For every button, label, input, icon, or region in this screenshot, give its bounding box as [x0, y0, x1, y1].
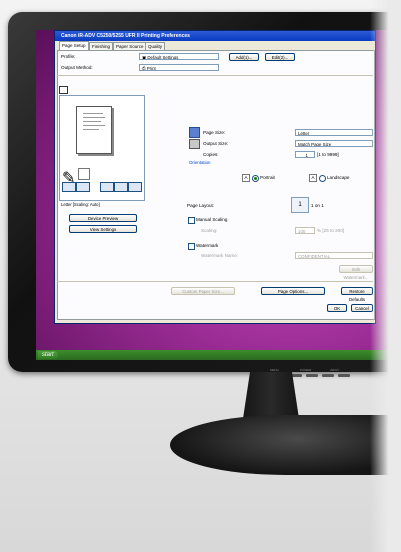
device-preview-button[interactable]: Device Preview [69, 214, 137, 222]
manual-scaling-checkbox[interactable] [188, 217, 195, 224]
divider [57, 75, 373, 76]
portrait-radio[interactable] [252, 175, 259, 182]
input-label: INPUT [330, 368, 339, 372]
scaling-input[interactable]: 100 [295, 227, 315, 234]
copies-range: [1 to 9999] [317, 152, 339, 157]
page-layout-value: 1 on 1 [311, 203, 324, 208]
profile-value: Default Settings [147, 55, 179, 60]
output-method-select[interactable]: ⎙ Print [139, 64, 219, 71]
preview-caption: Letter [Scaling: Auto] [61, 202, 100, 207]
monitor-stand-base [170, 415, 401, 475]
monitor-button-6[interactable] [338, 374, 350, 377]
page-layout-icon[interactable]: 1 [291, 197, 309, 213]
page-size-label: Page Size: [203, 130, 226, 135]
watermark-label: Watermark [196, 243, 219, 248]
output-size-select[interactable]: Match Page Size [295, 140, 373, 147]
restore-defaults-button[interactable]: Restore Defaults [341, 287, 373, 302]
watermark-select[interactable]: CONFIDENTIAL [295, 252, 373, 259]
layout-icon-1[interactable] [62, 182, 76, 192]
output-method-label: Output Method: [61, 65, 93, 70]
layout-icon-4[interactable] [114, 182, 128, 192]
watermark-name-label: Watermark Name: [201, 253, 239, 258]
orientation-group-label: Orientation [189, 160, 211, 165]
output-method-value: Print [146, 66, 156, 71]
stapler-icon: ✎ [62, 170, 76, 187]
start-button[interactable]: start [38, 351, 58, 359]
profile-label: Profile: [61, 54, 76, 59]
view-settings-button[interactable]: View Settings [69, 225, 137, 233]
manual-scaling-label: Manual Scaling [196, 217, 228, 222]
page-thumbnail [76, 106, 112, 154]
landscape-icon: A [309, 174, 317, 182]
scaling-range: % [25 to 200] [317, 228, 345, 233]
custom-paper-size-button[interactable]: Custom Paper Size... [171, 287, 235, 295]
copies-input[interactable]: 1 [295, 151, 315, 158]
page-edge [370, 0, 401, 552]
add-profile-button[interactable]: Add(1)... [229, 53, 259, 61]
paper-stack-icon [78, 168, 90, 180]
landscape-radio[interactable] [319, 175, 326, 182]
portrait-label: Portrait [260, 175, 275, 180]
edit-profile-button[interactable]: Edit(2)... [265, 53, 295, 61]
divider [57, 281, 373, 282]
layout-icon-3[interactable] [100, 182, 114, 192]
taskbar: start [36, 350, 401, 360]
edit-watermark-button[interactable]: Edit Watermark... [339, 265, 373, 280]
portrait-icon: A [242, 174, 250, 182]
page-size-icon [189, 127, 200, 138]
layout-icon-5[interactable] [128, 182, 142, 192]
power-label: POWER [300, 368, 312, 372]
profile-select[interactable]: ▣ Default Settings [139, 53, 219, 60]
ok-button[interactable]: OK [327, 304, 347, 312]
page-layout-label: Page Layout: [187, 203, 215, 208]
scaling-label: Scaling: [201, 228, 218, 233]
preview-mode-icon[interactable] [59, 86, 68, 94]
output-size-label: Output Size: [203, 141, 229, 146]
copies-label: Copies: [203, 152, 219, 157]
monitor-button-4[interactable] [306, 374, 318, 377]
watermark-checkbox[interactable] [188, 243, 195, 250]
dialog-title: Canon iR-ADV C5250/5255 UFR II Printing … [55, 31, 375, 41]
page-options-button[interactable]: Page Options... [261, 287, 325, 295]
layout-icon-2[interactable] [76, 182, 90, 192]
printing-preferences-dialog: Canon iR-ADV C5250/5255 UFR II Printing … [54, 30, 376, 324]
page-preview: ✎ [59, 95, 145, 201]
output-size-icon [189, 139, 200, 149]
menu-label: MENU [270, 368, 279, 372]
landscape-label: Landscape [327, 175, 350, 180]
monitor-button-5[interactable] [322, 374, 334, 377]
page-size-select[interactable]: Letter [295, 129, 373, 136]
